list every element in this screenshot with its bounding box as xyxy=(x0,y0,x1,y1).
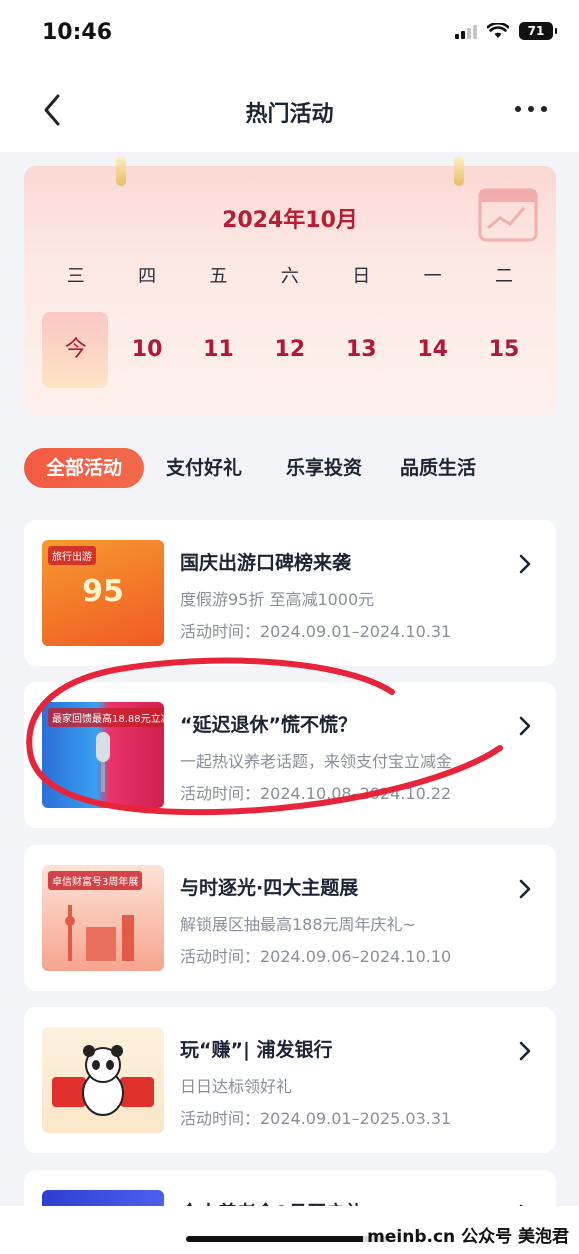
calendar-date[interactable]: 12 xyxy=(254,312,325,388)
status-icons: 71 xyxy=(455,22,557,40)
signal-icon xyxy=(455,23,477,39)
activity-subtitle: 解锁展区抽最高188元周年庆礼~ xyxy=(180,915,416,934)
calendar-month: 2024年10月 xyxy=(222,208,358,233)
page-title: 热门活动 xyxy=(245,102,334,127)
thumbnail-label: 旅行出游 xyxy=(48,546,96,565)
city-tower-icon xyxy=(65,905,134,961)
activity-date: 活动时间：2024.10.08–2024.10.22 xyxy=(180,784,452,803)
calendar-dates: 今 10 11 12 13 14 15 xyxy=(40,312,540,388)
tab-investment[interactable]: 乐享投资 xyxy=(286,448,362,488)
thumbnail-number: 95 xyxy=(82,574,124,609)
watermark-text: meinb.cn 公众号 美泡君 xyxy=(363,1222,573,1247)
calendar-date[interactable]: 15 xyxy=(468,312,539,388)
weekday-label: 日 xyxy=(352,266,371,287)
weekday-label: 六 xyxy=(280,266,299,287)
calendar-card: 2024年10月 三 四 五 六 日 一 二 今 10 11 12 13 14 … xyxy=(24,156,556,416)
calendar-ring-icon xyxy=(116,156,126,186)
calendar-ring-icon xyxy=(454,156,464,186)
activity-thumbnail: 旅行出游 95 xyxy=(42,540,164,646)
activity-thumbnail: 最家回馈最高18.88元立减金 xyxy=(42,702,164,808)
status-time: 10:46 xyxy=(42,20,113,45)
activity-thumbnail xyxy=(42,1027,164,1133)
calendar-date-today[interactable]: 今 xyxy=(40,312,111,388)
chevron-right-icon xyxy=(519,1041,531,1061)
weekday-label: 四 xyxy=(138,266,157,287)
activity-card[interactable]: 旅行出游 95 国庆出游口碑榜来袭 度假游95折 至高减1000元 活动时间：2… xyxy=(24,520,556,666)
chevron-right-icon xyxy=(519,879,531,899)
chevron-right-icon xyxy=(519,554,531,574)
activity-title: “延迟退休”慌不慌？ xyxy=(180,714,357,736)
calendar-date[interactable]: 10 xyxy=(111,312,182,388)
activity-title: 与时逐光·四大主题展 xyxy=(180,877,359,899)
nav-bar: 热门活动 xyxy=(0,70,579,152)
activity-subtitle: 度假游95折 至高减1000元 xyxy=(180,590,375,609)
activity-title: 玩“赚”| 浦发银行 xyxy=(180,1039,333,1061)
activity-card[interactable]: 玩“赚”| 浦发银行 日日达标领好礼 活动时间：2024.09.01–2025.… xyxy=(24,1007,556,1153)
tab-payment-gifts[interactable]: 支付好礼 xyxy=(166,448,242,488)
microphone-icon xyxy=(96,732,110,792)
calendar-date[interactable]: 11 xyxy=(183,312,254,388)
activity-subtitle: 一起热议养老话题，来领支付宝立减金 xyxy=(180,752,453,771)
weekday-label: 二 xyxy=(495,266,514,287)
chevron-right-icon xyxy=(519,716,531,736)
panda-mascot-icon xyxy=(52,1045,154,1116)
calendar-weekdays: 三 四 五 六 日 一 二 xyxy=(40,262,540,288)
activity-thumbnail: 卓信财富号3周年展 xyxy=(42,865,164,971)
calendar-date[interactable]: 13 xyxy=(326,312,397,388)
status-bar: 10:46 71 xyxy=(0,0,579,70)
activity-subtitle: 日日达标领好礼 xyxy=(180,1077,293,1096)
activity-title: 国庆出游口碑榜来袭 xyxy=(180,552,352,574)
tab-all-activities[interactable]: 全部活动 xyxy=(24,448,145,488)
category-tabs: 全部活动 支付好礼 乐享投资 品质生活 xyxy=(24,446,556,490)
activity-card[interactable]: 最家回馈最高18.88元立减金 “延迟退休”慌不慌？ 一起热议养老话题，来领支付… xyxy=(24,682,556,828)
more-dots-icon[interactable] xyxy=(515,96,547,122)
activity-date: 活动时间：2024.09.06–2024.10.10 xyxy=(180,947,452,966)
wifi-icon xyxy=(487,23,509,38)
battery-icon: 71 xyxy=(519,22,557,40)
weekday-label: 一 xyxy=(423,266,442,287)
weekday-label: 三 xyxy=(66,266,85,287)
weekday-label: 五 xyxy=(209,266,228,287)
calendar-date[interactable]: 14 xyxy=(397,312,468,388)
activity-date: 活动时间：2024.09.01–2025.03.31 xyxy=(180,1109,452,1128)
activity-date: 活动时间：2024.09.01–2024.10.31 xyxy=(180,622,452,641)
tab-quality-life[interactable]: 品质生活 xyxy=(400,448,476,488)
activity-card[interactable]: 卓信财富号3周年展 与时逐光·四大主题展 解锁展区抽最高188元周年庆礼~ 活动… xyxy=(24,845,556,991)
